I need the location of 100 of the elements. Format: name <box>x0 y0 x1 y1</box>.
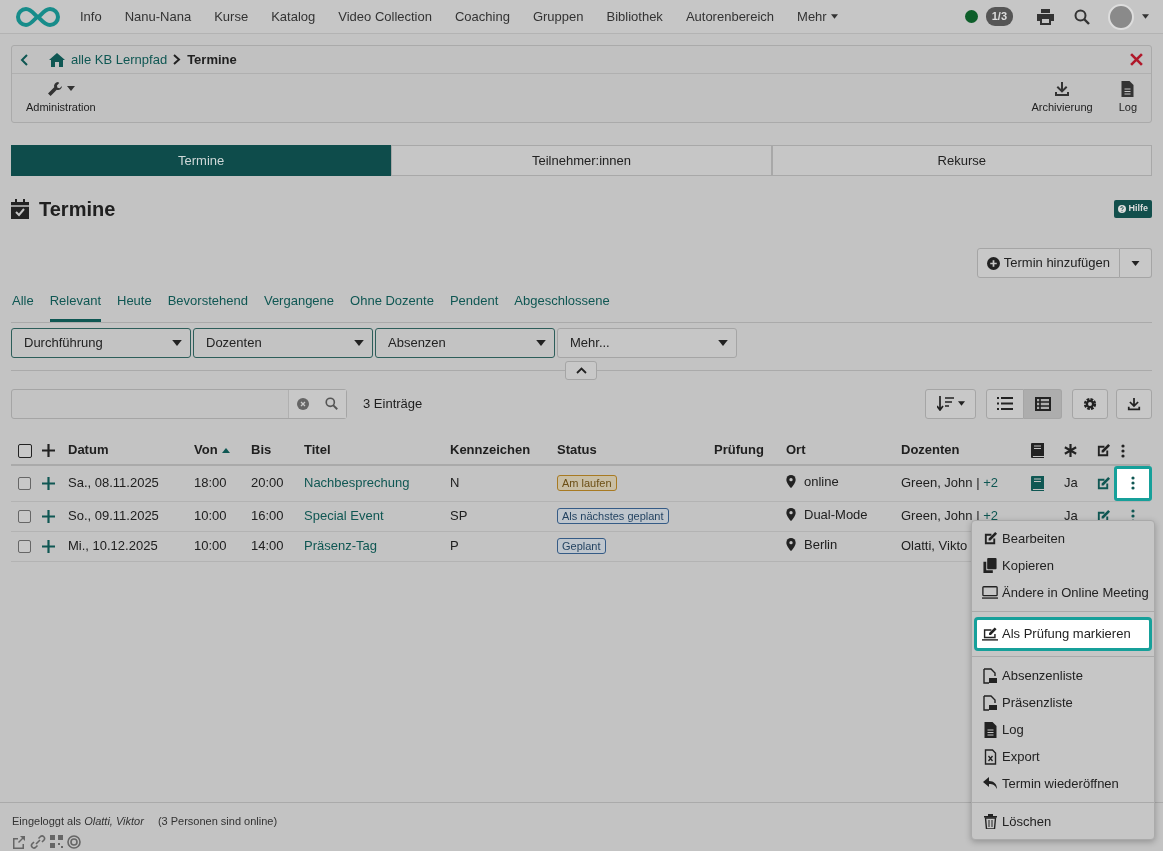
nav-link[interactable]: Info <box>80 6 102 27</box>
segment-tab[interactable]: Termine <box>11 145 392 176</box>
filter-tab[interactable]: Abgeschlossene <box>514 291 610 322</box>
breadcrumb-link[interactable]: alle KB Lernpfad <box>71 49 168 70</box>
table-cell: 10:00 <box>194 538 227 554</box>
filter-tab[interactable]: Ohne Dozente <box>350 291 434 322</box>
column-header[interactable]: Status <box>557 440 597 460</box>
table-cell: So., 09.11.2025 <box>68 508 159 524</box>
download-icon <box>1054 80 1071 97</box>
row-menu-button[interactable] <box>1114 465 1152 501</box>
help-button[interactable]: Hilfe <box>1114 200 1152 218</box>
caret-icon <box>536 339 546 346</box>
column-header[interactable]: Von <box>194 440 230 460</box>
table-cell-text: Berlin <box>804 536 838 555</box>
view-toggle-button[interactable] <box>986 388 1024 419</box>
nav-link[interactable]: Video Collection <box>338 6 432 27</box>
login-info: Eingeloggt als Olatti, Viktor <box>12 813 144 829</box>
sort-button[interactable] <box>925 388 976 419</box>
caret-icon <box>1142 14 1149 19</box>
link-icon <box>30 835 46 849</box>
menu-item[interactable]: Export <box>972 743 1154 770</box>
nav-link[interactable]: Gruppen <box>532 6 584 27</box>
menu-item[interactable]: Absenzenliste <box>972 662 1154 689</box>
caret-icon <box>830 14 838 19</box>
filter-dropdown[interactable]: Durchführung <box>11 327 191 358</box>
toolbar-button[interactable]: Administration <box>26 80 96 116</box>
view-toggle-button[interactable] <box>1024 388 1062 419</box>
search-field[interactable] <box>11 388 347 419</box>
more-lecturers-link[interactable]: +2 <box>983 475 998 491</box>
nav-link[interactable]: Nanu-Nana <box>124 6 192 27</box>
column-header[interactable]: Bis <box>251 440 272 460</box>
filter-dropdown[interactable]: Absenzen <box>375 327 555 358</box>
filter-tab[interactable]: Vergangene <box>263 291 335 322</box>
status-label: Als nächstes geplant <box>557 508 669 525</box>
breadcrumb-current: Termine <box>187 50 237 69</box>
download-button[interactable] <box>1116 388 1152 419</box>
toolbar-button[interactable]: Log <box>1118 80 1137 116</box>
collapse-button[interactable] <box>565 360 597 380</box>
filter-dropdown[interactable]: Mehr... <box>557 327 737 358</box>
column-header[interactable]: Kennzeichen <box>450 440 531 460</box>
avatar[interactable] <box>1108 3 1134 30</box>
filter-tab[interactable]: Bevorstehend <box>167 291 248 322</box>
column-header[interactable]: Titel <box>304 440 331 460</box>
dropdown-toggle[interactable] <box>1120 248 1152 278</box>
add-appointment-button[interactable]: Termin hinzufügen <box>976 248 1120 278</box>
appointment-title-link[interactable]: Nachbesprechung <box>304 475 410 491</box>
table-cell: Mi., 10.12.2025 <box>68 538 158 554</box>
nav-link[interactable]: Autorenbereich <box>685 6 775 27</box>
table-cell: Ja <box>1064 508 1078 524</box>
table-cell: 10:00 <box>194 508 227 524</box>
nav-link[interactable]: Kurse <box>214 6 249 27</box>
more-menu[interactable]: Mehr <box>797 6 838 27</box>
edit-icon <box>982 627 998 641</box>
appointment-title-link[interactable]: Präsenz-Tag <box>304 538 377 554</box>
menu-item[interactable]: Kopieren <box>972 552 1154 579</box>
menu-item[interactable]: Log <box>972 716 1154 743</box>
edit-button[interactable] <box>1096 475 1111 491</box>
status-label: Am laufen <box>557 475 617 492</box>
settings-button[interactable] <box>1072 388 1108 419</box>
menu-item[interactable]: Ändere in Online Meeting <box>972 579 1154 606</box>
checkbox[interactable] <box>18 443 32 458</box>
column-header[interactable]: Datum <box>68 440 109 460</box>
window-count-badge[interactable]: 1/3 <box>985 7 1013 26</box>
table-icon <box>1034 396 1051 411</box>
caret-icon <box>1131 260 1140 266</box>
nav-link[interactable]: Coaching <box>454 6 510 27</box>
segment-tab[interactable]: Rekurse <box>771 145 1152 176</box>
toolbar-button[interactable]: Archivierung <box>1031 80 1093 116</box>
menu-item[interactable]: Bearbeiten <box>972 525 1154 552</box>
nav-link[interactable]: Bibliothek <box>606 6 663 27</box>
menu-item[interactable]: Löschen <box>972 808 1154 835</box>
sort-ascending-icon <box>221 447 230 453</box>
table-cell: P <box>450 538 459 554</box>
filter-tab[interactable]: Pendent <box>449 291 499 322</box>
lecturer-name: Green, John | <box>901 475 980 491</box>
menu-item[interactable]: Termin wiederöffnen <box>972 770 1154 797</box>
home-icon <box>49 52 65 67</box>
appointment-title-link[interactable]: Special Event <box>304 508 384 524</box>
edit-icon <box>1096 443 1111 459</box>
filter-dropdown[interactable]: Dozenten <box>193 327 373 358</box>
filter-tab[interactable]: Relevant <box>49 291 101 322</box>
more-lecturers-link[interactable]: +2 <box>983 508 998 524</box>
column-header[interactable]: Dozenten <box>901 440 960 460</box>
row-checkbox[interactable] <box>18 540 31 554</box>
close-icon[interactable] <box>1130 53 1143 66</box>
expand-plus-icon <box>42 510 55 524</box>
row-checkbox[interactable] <box>18 477 31 491</box>
plus-icon <box>42 444 55 458</box>
column-header[interactable]: Ort <box>786 440 806 460</box>
list-icon <box>997 397 1013 410</box>
menu-item[interactable]: Präsenzliste <box>972 689 1154 716</box>
segment-tab[interactable]: Teilnehmer:innen <box>391 145 772 176</box>
row-checkbox[interactable] <box>18 510 31 524</box>
more-icon <box>1131 476 1135 490</box>
filter-tab[interactable]: Alle <box>12 291 34 322</box>
filter-tab[interactable]: Heute <box>117 291 152 322</box>
column-header[interactable]: Prüfung <box>714 440 764 460</box>
document-icon <box>983 721 997 738</box>
nav-link[interactable]: Katalog <box>271 6 316 27</box>
menu-item[interactable]: Als Prüfung markieren <box>974 617 1152 651</box>
